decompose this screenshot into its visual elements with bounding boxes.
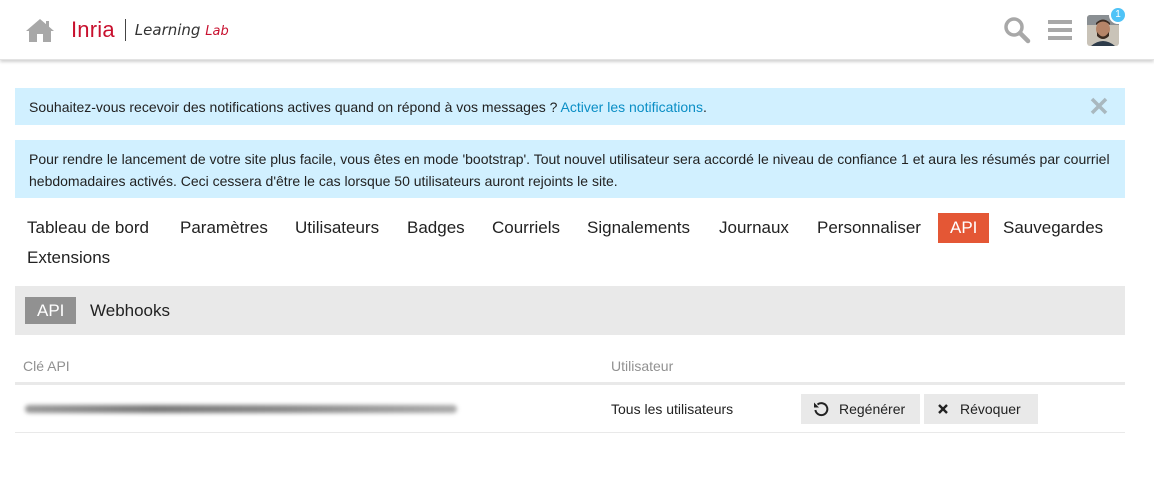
column-header-user: Utilisateur: [611, 358, 674, 374]
nav-tab-personnaliser[interactable]: Personnaliser: [805, 213, 933, 243]
revoke-button[interactable]: Révoquer: [924, 394, 1038, 424]
nav-tab-tableau-de-bord[interactable]: Tableau de bord: [15, 213, 161, 243]
notification-badge[interactable]: 1: [1109, 6, 1127, 24]
close-icon[interactable]: [1090, 97, 1108, 115]
logo-sub-lab: Lab: [205, 24, 229, 39]
nav-tab-courriels[interactable]: Courriels: [480, 213, 572, 243]
nav-tab-parametres[interactable]: Paramètres: [168, 213, 280, 243]
api-subnav: API Webhooks: [15, 286, 1125, 335]
nav-tab-api[interactable]: API: [938, 213, 990, 243]
nav-tab-extensions[interactable]: Extensions: [15, 243, 122, 273]
search-icon[interactable]: [1003, 16, 1031, 44]
logo-sub-word: Learning: [134, 21, 201, 39]
column-header-api-key: Clé API: [23, 358, 70, 374]
subnav-tab-api[interactable]: API: [25, 297, 77, 324]
subnav-tab-webhooks[interactable]: Webhooks: [78, 297, 182, 324]
notifications-alert-text: Souhaitez-vous recevoir des notification…: [29, 99, 561, 115]
nav-tab-sauvegardes[interactable]: Sauvegardes: [991, 213, 1115, 243]
nav-tab-utilisateurs[interactable]: Utilisateurs: [283, 213, 391, 243]
undo-icon: [814, 402, 829, 417]
bootstrap-alert-text: Pour rendre le lancement de votre site p…: [29, 151, 1110, 189]
site-logo[interactable]: Inria Learning Lab: [71, 15, 229, 45]
home-icon[interactable]: [25, 17, 55, 43]
hamburger-menu-icon[interactable]: [1047, 18, 1073, 42]
nav-tab-journaux[interactable]: Journaux: [707, 213, 801, 243]
times-icon: [938, 404, 948, 414]
notifications-alert: Souhaitez-vous recevoir des notification…: [15, 88, 1125, 125]
logo-separator: [124, 19, 126, 41]
nav-tab-badges[interactable]: Badges: [395, 213, 477, 243]
regenerate-button-label: Regénérer: [839, 401, 906, 417]
bootstrap-mode-alert: Pour rendre le lancement de votre site p…: [15, 140, 1125, 198]
notifications-alert-end: .: [702, 99, 707, 115]
nav-tab-signalements[interactable]: Signalements: [575, 213, 702, 243]
revoke-button-label: Révoquer: [960, 401, 1021, 417]
logo-brand-text: Inria: [71, 17, 115, 42]
api-key-value-redacted: [25, 405, 457, 413]
api-key-user: Tous les utilisateurs: [611, 401, 734, 417]
table-row: Tous les utilisateurs Regénérer Révoquer: [15, 385, 1125, 433]
site-header: Inria Learning Lab 1: [0, 0, 1154, 60]
regenerate-button[interactable]: Regénérer: [801, 394, 920, 424]
logo-sub-text: Learning Lab: [135, 21, 229, 39]
enable-notifications-link[interactable]: Activer les notifications: [561, 99, 703, 115]
